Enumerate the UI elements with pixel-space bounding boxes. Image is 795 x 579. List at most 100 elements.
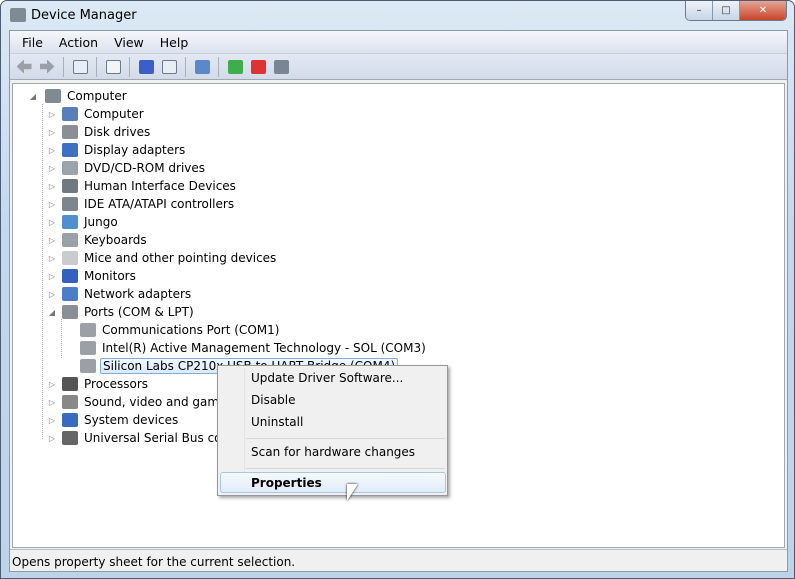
- menu-item-update-driver[interactable]: Update Driver Software...: [220, 368, 446, 389]
- maximize-button[interactable]: □: [713, 1, 740, 20]
- menu-item-properties[interactable]: Properties: [220, 472, 446, 493]
- menu-file[interactable]: File: [14, 35, 51, 50]
- device-category-icon: [62, 305, 78, 319]
- menu-bar: File Action View Help: [10, 31, 787, 54]
- status-bar: Opens property sheet for the current sel…: [10, 549, 787, 571]
- device-category-icon: [62, 269, 78, 283]
- show-hide-console-tree-button[interactable]: [70, 57, 90, 77]
- minimize-button[interactable]: –: [686, 1, 713, 20]
- expand-arrow-icon[interactable]: ▷: [48, 290, 56, 299]
- toolbar-divider: [185, 56, 186, 77]
- menu-item-scan-hardware[interactable]: Scan for hardware changes: [220, 442, 446, 463]
- tree-category[interactable]: ▷ DVD/CD-ROM drives: [48, 159, 207, 177]
- tree-category[interactable]: ▷ Keyboards: [48, 231, 149, 249]
- expand-arrow-icon[interactable]: ▷: [48, 254, 56, 263]
- serial-port-icon: [80, 323, 96, 337]
- expand-arrow-icon[interactable]: ▷: [48, 434, 56, 443]
- menu-separator: [246, 438, 445, 439]
- tree-category[interactable]: ▷ Jungo: [48, 213, 120, 231]
- device-category-icon: [62, 377, 78, 391]
- expand-arrow-icon[interactable]: ▷: [48, 146, 56, 155]
- expand-arrow-icon[interactable]: ▷: [48, 218, 56, 227]
- menu-item-uninstall[interactable]: Uninstall: [220, 412, 446, 433]
- expand-arrow-icon[interactable]: ▷: [48, 164, 56, 173]
- menu-help[interactable]: Help: [152, 35, 197, 50]
- uninstall-icon: [250, 59, 266, 74]
- expand-arrow-icon[interactable]: ▷: [48, 110, 56, 119]
- tree-category[interactable]: ▷ Human Interface Devices: [48, 177, 238, 195]
- device-category-icon: [62, 413, 78, 427]
- tree-category[interactable]: ▷ IDE ATA/ATAPI controllers: [48, 195, 236, 213]
- forward-icon: [39, 59, 55, 74]
- toolbar: [10, 54, 787, 80]
- device-manager-window: Device Manager – □ ✕ File Action View He…: [0, 0, 795, 579]
- device-category-icon: [62, 161, 78, 175]
- menu-action[interactable]: Action: [51, 35, 106, 50]
- back-icon: [16, 59, 32, 74]
- device-category-icon: [62, 395, 78, 409]
- tree-device[interactable]: Intel(R) Active Management Technology - …: [70, 339, 428, 357]
- console-tree-icon: [72, 59, 88, 74]
- tree-device[interactable]: Communications Port (COM1): [70, 321, 281, 339]
- properties-icon: [105, 59, 121, 74]
- tree-category[interactable]: ▷ Mice and other pointing devices: [48, 249, 278, 267]
- tree-root[interactable]: ◢ Computer: [29, 87, 129, 105]
- device-category-icon: [62, 251, 78, 265]
- device-category-icon: [62, 143, 78, 157]
- action-pane-icon: [161, 59, 177, 74]
- expand-arrow-icon[interactable]: ▷: [48, 398, 56, 407]
- device-category-icon: [62, 233, 78, 247]
- toolbar-divider: [63, 56, 64, 77]
- expand-arrow-icon[interactable]: ▷: [48, 182, 56, 191]
- menu-separator: [246, 468, 445, 469]
- properties-button[interactable]: [103, 57, 123, 77]
- expand-arrow-icon[interactable]: ▷: [48, 128, 56, 137]
- update-driver-button[interactable]: [225, 57, 245, 77]
- scan-hardware-icon: [194, 59, 210, 74]
- toolbar-divider: [96, 56, 97, 77]
- tree-line: [42, 104, 43, 439]
- toolbar-divider: [218, 56, 219, 77]
- help-button[interactable]: [136, 57, 156, 77]
- uninstall-button[interactable]: [248, 57, 268, 77]
- tree-category[interactable]: ◢ Ports (COM & LPT): [48, 303, 196, 321]
- context-menu: Update Driver Software... Disable Uninst…: [217, 365, 448, 496]
- tree-category[interactable]: ▷ System devices: [48, 411, 180, 429]
- mouse-cursor-icon: [347, 484, 358, 501]
- device-category-icon: [62, 215, 78, 229]
- device-category-icon: [62, 197, 78, 211]
- update-driver-icon: [227, 59, 243, 74]
- menu-view[interactable]: View: [106, 35, 152, 50]
- forward-button[interactable]: [37, 57, 57, 77]
- serial-port-icon: [80, 359, 96, 373]
- tree-category[interactable]: ▷ Network adapters: [48, 285, 193, 303]
- tree-category[interactable]: ▷ Processors: [48, 375, 150, 393]
- expand-arrow-icon[interactable]: ▷: [48, 236, 56, 245]
- device-category-icon: [62, 125, 78, 139]
- tree-category[interactable]: ▷ Computer: [48, 105, 146, 123]
- help-icon: [138, 59, 154, 74]
- computer-icon: [45, 89, 61, 103]
- device-manager-icon: [10, 8, 26, 22]
- tree-line: [61, 319, 62, 358]
- close-button[interactable]: ✕: [740, 1, 786, 20]
- tree-category[interactable]: ▷ Display adapters: [48, 141, 187, 159]
- expand-arrow-icon[interactable]: ▷: [48, 272, 56, 281]
- action-pane-button[interactable]: [159, 57, 179, 77]
- toolbar-divider: [129, 56, 130, 77]
- disable-icon: [273, 59, 289, 74]
- tree-category[interactable]: ▷ Disk drives: [48, 123, 152, 141]
- collapse-arrow-icon[interactable]: ◢: [48, 308, 56, 317]
- window-title: Device Manager: [31, 8, 137, 23]
- menu-item-disable[interactable]: Disable: [220, 390, 446, 411]
- device-category-icon: [62, 179, 78, 193]
- expand-arrow-icon[interactable]: ▷: [48, 380, 56, 389]
- back-button[interactable]: [14, 57, 34, 77]
- device-category-icon: [62, 431, 78, 445]
- expand-arrow-icon[interactable]: ▷: [48, 200, 56, 209]
- tree-category[interactable]: ▷ Monitors: [48, 267, 138, 285]
- collapse-arrow-icon[interactable]: ◢: [29, 92, 37, 101]
- expand-arrow-icon[interactable]: ▷: [48, 416, 56, 425]
- scan-hardware-button[interactable]: [192, 57, 212, 77]
- disable-button[interactable]: [271, 57, 291, 77]
